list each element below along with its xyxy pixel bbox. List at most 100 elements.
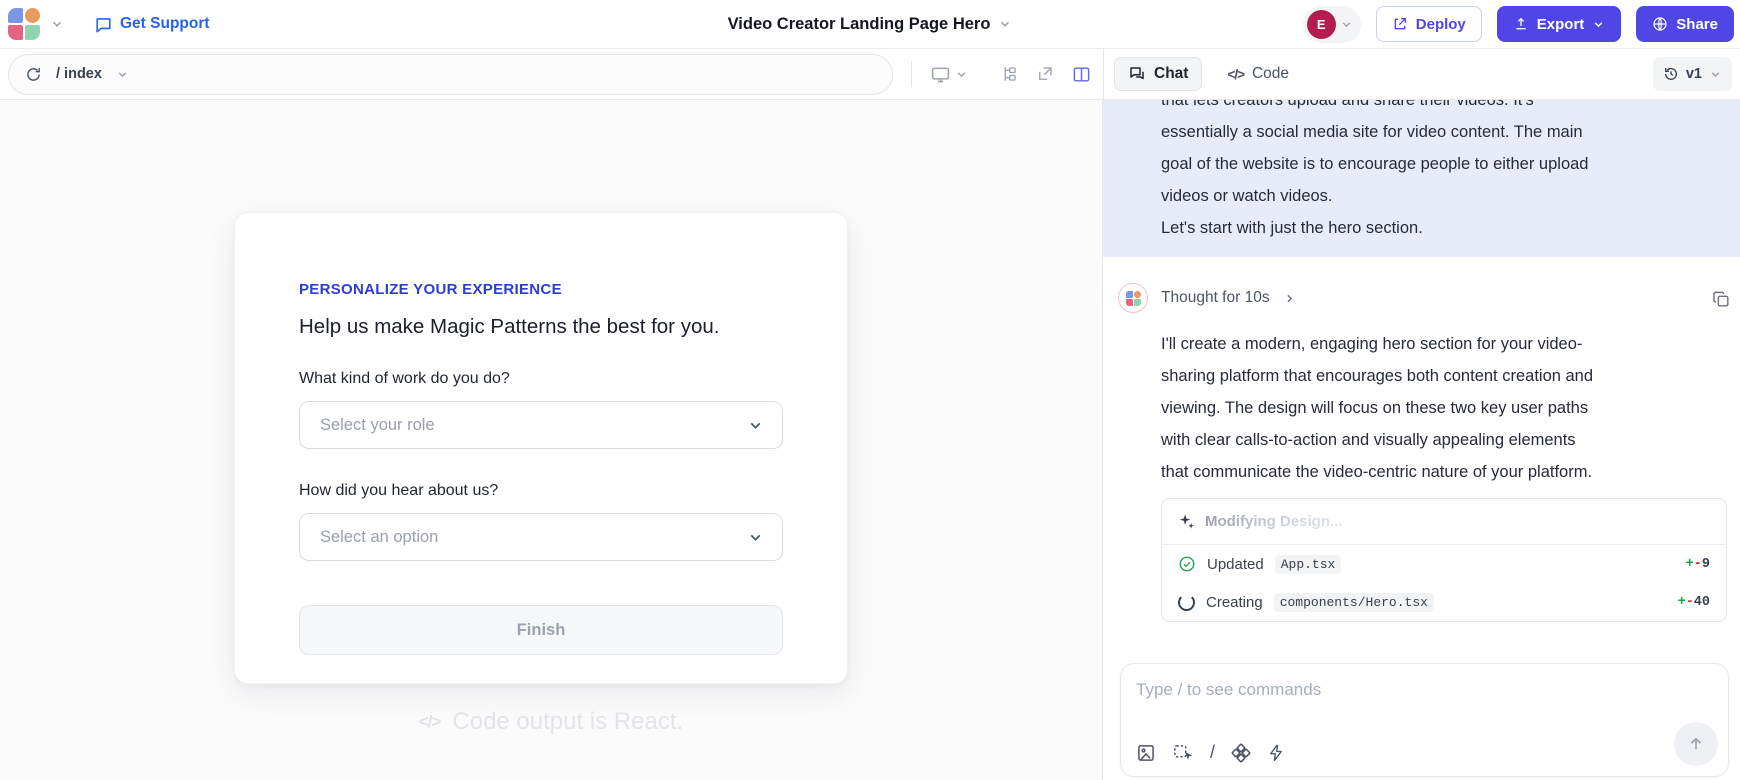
project-title[interactable]: Video Creator Landing Page Hero (728, 15, 991, 34)
quick-actions-icon[interactable] (1267, 744, 1285, 762)
device-chevron-down-icon (955, 68, 968, 81)
tab-chat[interactable]: Chat (1114, 57, 1202, 91)
globe-icon (1652, 16, 1668, 32)
share-button[interactable]: Share (1636, 6, 1734, 42)
toolbar-divider (911, 61, 912, 87)
source-question-label: How did you hear about us? (299, 482, 783, 500)
split-view-icon[interactable] (1072, 65, 1091, 84)
magic-patterns-mini-logo-icon (1126, 291, 1141, 306)
status-title: Modifying Design... (1205, 513, 1343, 530)
route-path: / index (56, 66, 102, 82)
refresh-icon[interactable] (25, 66, 42, 83)
toolbar-left: / index (0, 49, 1103, 99)
history-icon (1663, 66, 1679, 82)
file-chip: components/Hero.tsx (1274, 593, 1434, 612)
copy-message-button[interactable] (1712, 290, 1731, 309)
header-right: E Deploy Export (1303, 6, 1734, 43)
assistant-message: I'll create a modern, engaging hero sect… (1161, 328, 1736, 488)
chat-tab-icon (1128, 65, 1146, 83)
upload-icon (1513, 16, 1529, 32)
chat-panel: that lets creators upload and share thei… (1103, 100, 1740, 780)
role-question-label: What kind of work do you do? (299, 370, 783, 388)
status-row-updated[interactable]: Updated App.tsx +-9 (1162, 545, 1726, 583)
component-tree-icon[interactable] (1000, 65, 1018, 83)
chat-tab-label: Chat (1154, 65, 1188, 83)
deploy-button[interactable]: Deploy (1376, 6, 1482, 42)
preview-panel: PERSONALIZE YOUR EXPERIENCE Help us make… (0, 100, 1103, 780)
top-header: Get Support Video Creator Landing Page H… (0, 0, 1740, 48)
avatar: E (1307, 10, 1336, 39)
source-select-chevron-down-icon (747, 529, 764, 546)
share-label: Share (1676, 16, 1718, 33)
deploy-label: Deploy (1416, 16, 1466, 33)
export-button[interactable]: Export (1497, 6, 1622, 42)
account-chevron-down-icon (1340, 18, 1353, 31)
thought-label: Thought for 10s (1161, 289, 1270, 307)
finish-button[interactable]: Finish (299, 605, 783, 655)
watermark-text: Code output is React. (452, 708, 683, 736)
status-card-header: Modifying Design... (1162, 499, 1726, 545)
sparkles-icon (1178, 513, 1195, 530)
role-select-value: Select your role (320, 416, 435, 435)
thought-chevron-right-icon (1283, 292, 1296, 305)
status-action: Updated (1207, 556, 1264, 573)
code-icon: </> (1227, 67, 1244, 82)
export-label: Export (1537, 16, 1585, 33)
export-chevron-down-icon (1592, 18, 1605, 31)
device-preview-selector[interactable] (930, 64, 968, 85)
send-button[interactable] (1674, 722, 1718, 766)
file-chip: App.tsx (1275, 555, 1342, 574)
user-message-text: that lets creators upload and share thei… (1161, 100, 1720, 244)
chat-bubble-icon (94, 15, 113, 34)
header-left: Get Support (8, 8, 210, 40)
role-select-chevron-down-icon (747, 417, 764, 434)
copy-icon (1712, 290, 1731, 309)
composer-input[interactable]: Type / to see commands (1136, 680, 1714, 700)
main-area: PERSONALIZE YOUR EXPERIENCE Help us make… (0, 100, 1740, 780)
status-card: Modifying Design... Updated App.tsx +-9 … (1161, 498, 1727, 622)
popout-preview-icon[interactable] (1036, 65, 1054, 83)
composer-toolbar: / (1136, 742, 1285, 763)
preview-toolbar: / index (0, 48, 1740, 100)
modal-heading: Help us make Magic Patterns the best for… (299, 315, 783, 339)
diff-count: +-40 (1678, 595, 1710, 610)
status-row-creating[interactable]: Creating components/Hero.tsx +-40 (1162, 583, 1726, 621)
source-select[interactable]: Select an option (299, 513, 783, 561)
assistant-avatar (1118, 283, 1148, 313)
toolbar-right: Chat </> Code v1 (1103, 49, 1740, 99)
version-chevron-down-icon (1709, 68, 1722, 81)
route-bar[interactable]: / index (8, 54, 893, 95)
version-history-selector[interactable]: v1 (1653, 57, 1732, 91)
personalize-modal: PERSONALIZE YOUR EXPERIENCE Help us make… (234, 212, 848, 684)
attach-image-icon[interactable] (1136, 743, 1156, 763)
chat-composer[interactable]: Type / to see commands / (1120, 663, 1729, 777)
source-select-value: Select an option (320, 528, 438, 547)
code-output-watermark: </> Code output is React. (0, 708, 1102, 736)
spinner-icon (1178, 594, 1195, 611)
tab-code[interactable]: </> Code (1214, 57, 1302, 91)
slash-command-icon[interactable]: / (1210, 742, 1215, 763)
get-support-link[interactable]: Get Support (94, 15, 210, 34)
workspace-chevron-down-icon[interactable] (50, 17, 64, 31)
magic-patterns-logo[interactable] (8, 8, 40, 40)
magic-patterns-app: Get Support Video Creator Landing Page H… (0, 0, 1740, 780)
account-menu[interactable]: E (1303, 6, 1361, 43)
role-select[interactable]: Select your role (299, 401, 783, 449)
check-circle-icon (1178, 555, 1196, 573)
arrow-up-icon (1687, 735, 1705, 753)
monitor-icon (930, 64, 951, 85)
get-support-label: Get Support (120, 15, 210, 33)
code-tab-label: Code (1252, 65, 1289, 83)
route-chevron-down-icon[interactable] (116, 68, 129, 81)
thought-toggle[interactable]: Thought for 10s (1118, 283, 1296, 313)
status-action: Creating (1206, 594, 1263, 611)
code-icon: </> (419, 712, 441, 732)
select-element-icon[interactable] (1172, 743, 1194, 763)
user-message: that lets creators upload and share thei… (1103, 100, 1740, 257)
title-chevron-down-icon[interactable] (998, 17, 1012, 31)
modal-eyebrow: PERSONALIZE YOUR EXPERIENCE (299, 281, 783, 298)
components-icon[interactable] (1231, 743, 1251, 763)
diff-count: +-9 (1686, 557, 1710, 572)
deploy-popout-icon (1392, 16, 1408, 32)
version-label: v1 (1686, 66, 1702, 82)
